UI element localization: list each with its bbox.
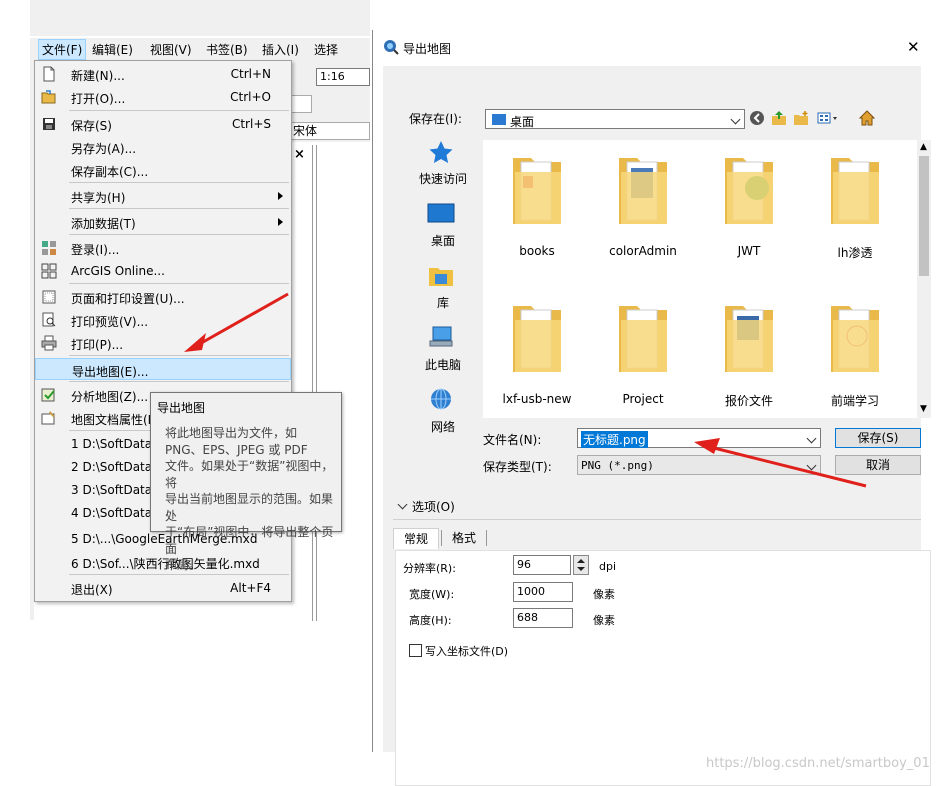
- watermark-text: https://blog.csdn.net/smartboy_01: [706, 756, 930, 771]
- annotation-arrows: [184, 292, 867, 488]
- annotation-arrowhead: [184, 333, 206, 352]
- annotation-arrow-line: [705, 444, 867, 488]
- annotation-arrow-line: [195, 292, 289, 348]
- annotation-arrowhead: [694, 438, 720, 454]
